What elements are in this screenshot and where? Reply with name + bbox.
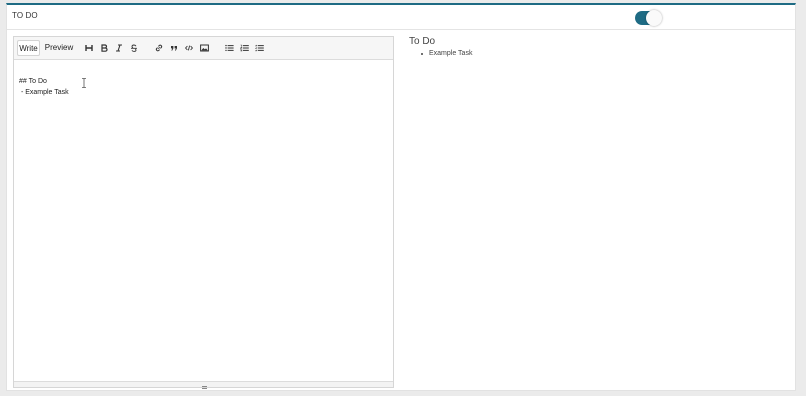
tab-preview[interactable]: Preview <box>44 40 74 56</box>
editor-line-task: - Example Task <box>19 89 69 96</box>
task-list-icon[interactable] <box>254 43 264 53</box>
editor-resize-handle[interactable] <box>14 381 393 389</box>
panel-header: TO DO <box>7 5 795 30</box>
text-cursor-icon <box>82 78 86 88</box>
heading-icon[interactable] <box>84 43 94 53</box>
strikethrough-icon[interactable] <box>129 43 139 53</box>
bold-icon[interactable] <box>99 43 109 53</box>
link-icon[interactable] <box>154 43 164 53</box>
todo-panel: TO DO Write Preview ## To Do - Example T… <box>6 3 796 391</box>
toggle-knob[interactable] <box>646 10 662 26</box>
panel-title: TO DO <box>12 11 38 20</box>
preview-toggle[interactable] <box>635 10 662 26</box>
preview-list-item: Example Task <box>421 50 472 57</box>
resize-grip-icon[interactable] <box>202 386 207 389</box>
editor-toolbar: Write Preview <box>14 37 393 60</box>
italic-icon[interactable] <box>114 43 124 53</box>
unordered-list-icon[interactable] <box>224 43 234 53</box>
editor-textarea[interactable]: ## To Do - Example Task <box>14 60 393 382</box>
quote-icon[interactable] <box>169 43 179 53</box>
preview-list: Example Task <box>421 50 472 57</box>
image-icon[interactable] <box>199 43 209 53</box>
preview-heading: To Do <box>409 36 436 47</box>
tab-write[interactable]: Write <box>17 40 40 56</box>
markdown-editor: Write Preview ## To Do - Example Task <box>13 36 394 389</box>
markdown-preview: To Do Example Task <box>409 36 789 388</box>
ordered-list-icon[interactable] <box>239 43 249 53</box>
editor-line-heading: ## To Do <box>19 78 47 85</box>
code-icon[interactable] <box>184 43 194 53</box>
